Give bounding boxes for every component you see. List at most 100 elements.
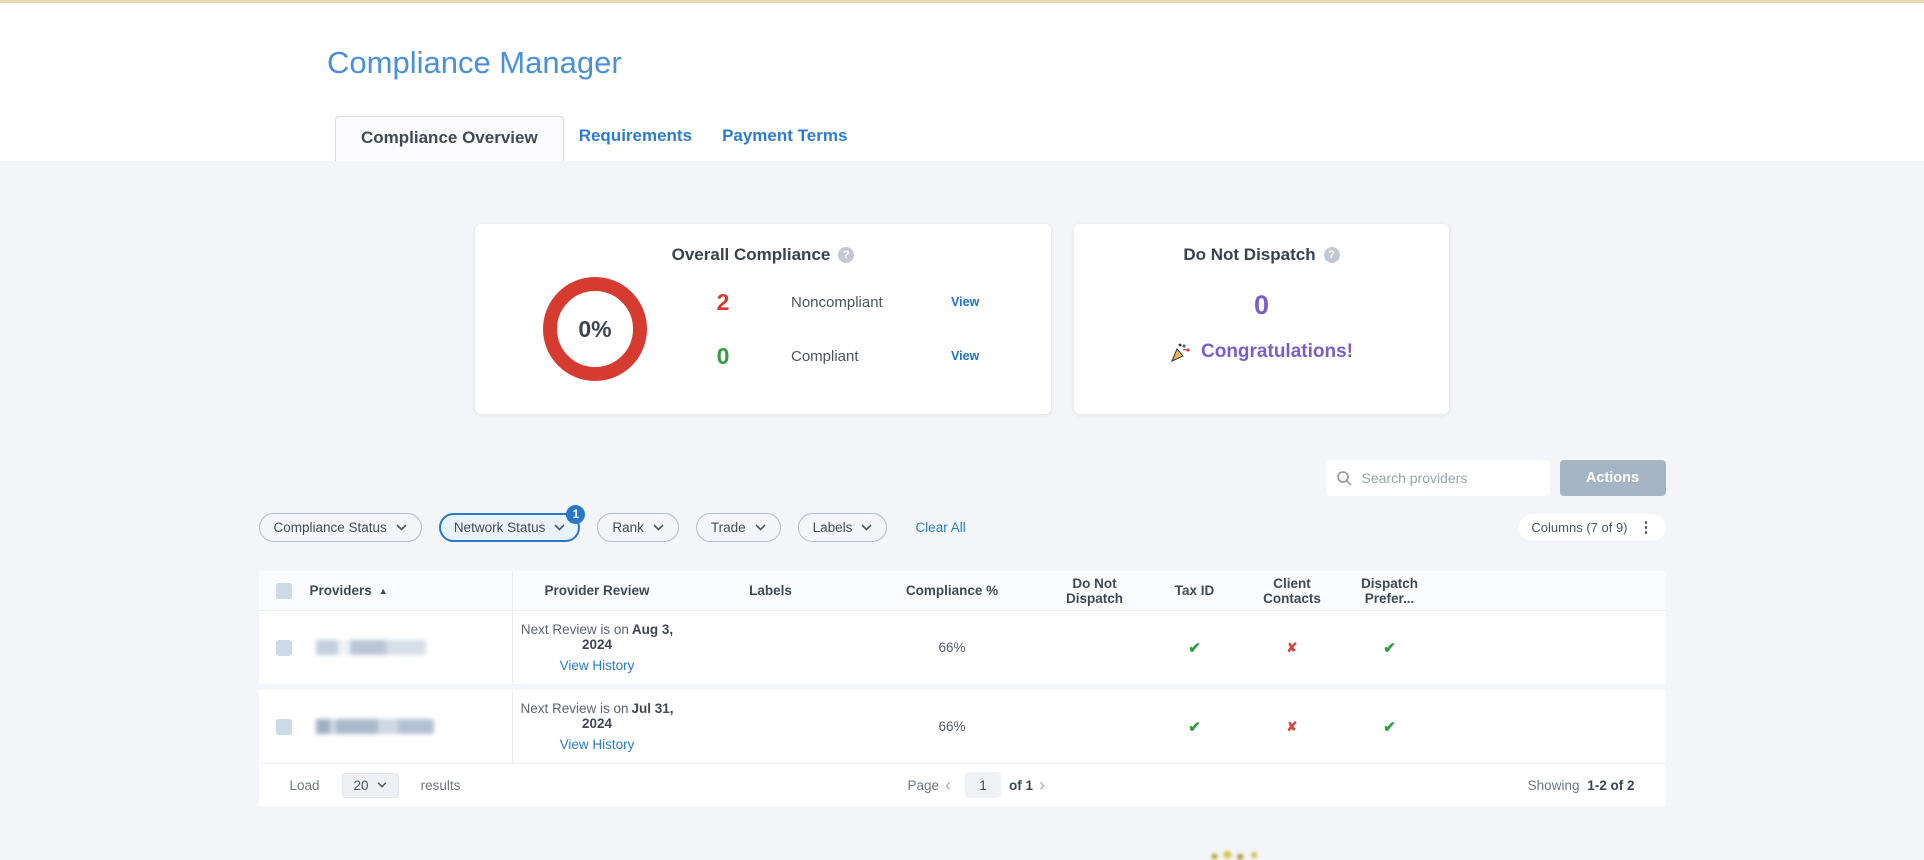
clear-all-filters-link[interactable]: Clear All [915,520,965,535]
filter-chip-compliance-status[interactable]: Compliance Status [259,513,422,542]
showing-summary: Showing 1-2 of 2 [1528,778,1635,793]
noncompliant-row: 2 Noncompliant View [711,289,979,316]
sort-ascending-icon: ▲ [379,586,388,596]
page-header: Compliance Manager Compliance Overview R… [0,3,1924,161]
party-popper-icon [1170,341,1192,363]
page-count-label: of 1 [1009,778,1033,793]
table-header-row: Providers ▲ Provider Review Labels Compl… [259,571,1666,611]
dispatch-preferences-check-icon: ✔ [1340,718,1440,736]
view-history-link[interactable]: View History [513,658,682,673]
compliant-label: Compliant [791,348,951,365]
column-header-provider-review[interactable]: Provider Review [512,571,682,610]
review-prefix: Next Review is on [521,622,629,637]
page-size-select[interactable]: 20 [342,773,399,798]
filter-chip-label: Trade [711,520,746,535]
column-header-compliance-pct[interactable]: Compliance % [860,583,1045,598]
columns-selector[interactable]: Columns (7 of 9) ⋮ [1519,514,1665,541]
column-header-client-contacts[interactable]: Client Contacts [1245,576,1340,606]
filter-chip-network-status[interactable]: Network Status 1 [439,513,581,542]
view-history-link[interactable]: View History [513,737,682,752]
congratulations-message: Congratulations! [1074,341,1449,363]
select-all-checkbox[interactable] [276,583,292,599]
filter-chip-rank[interactable]: Rank [597,513,679,542]
tab-compliance-overview[interactable]: Compliance Overview [335,116,564,161]
help-icon[interactable]: ? [1324,247,1340,263]
filter-chip-trade[interactable]: Trade [696,513,781,542]
showing-range: 1-2 of 2 [1587,778,1634,793]
table-row: Next Review is onJul 31, 2024 View Histo… [259,690,1666,763]
chevron-down-icon [653,524,664,531]
providers-section: Actions Compliance Status Network Status… [259,460,1666,806]
pagination-bar: Load 20 results Page ‹ 1 of 1 › [259,763,1666,806]
kebab-menu-icon[interactable]: ⋮ [1639,520,1654,535]
current-page-input[interactable]: 1 [965,772,1001,798]
page-content: Overall Compliance ? 0% 2 Noncompliant V… [0,161,1924,806]
column-header-dispatch-preferences[interactable]: Dispatch Prefer... [1340,576,1440,606]
chevron-left-icon[interactable]: ‹ [945,776,951,794]
provider-name-redacted[interactable] [316,640,426,655]
table-row: Next Review is onAug 3, 2024 View Histor… [259,611,1666,684]
page-navigator: Page ‹ 1 of 1 › [908,772,1052,798]
compliance-pct-cell: 66% [860,640,1045,655]
actions-button[interactable]: Actions [1560,460,1666,496]
page-size-value: 20 [354,778,369,793]
cutoff-bottom-widget [1203,851,1267,860]
column-header-do-not-dispatch[interactable]: Do Not Dispatch [1045,576,1145,606]
chevron-right-icon[interactable]: › [1039,776,1045,794]
do-not-dispatch-title: Do Not Dispatch [1183,245,1315,265]
provider-name-redacted[interactable] [316,719,434,734]
filter-chip-label: Rank [612,520,644,535]
client-contacts-x-icon: ✘ [1245,640,1340,656]
view-noncompliant-link[interactable]: View [951,295,979,309]
donut-value: 0% [578,316,611,343]
row-checkbox[interactable] [276,640,292,656]
tab-payment-terms[interactable]: Payment Terms [707,126,862,161]
tax-id-check-icon: ✔ [1145,639,1245,657]
table-toolbar: Actions [259,460,1666,496]
chevron-down-icon [755,524,766,531]
tab-requirements[interactable]: Requirements [564,126,707,161]
filter-chip-label: Network Status [454,520,546,535]
providers-table: Providers ▲ Provider Review Labels Compl… [259,571,1666,806]
summary-cards-row: Overall Compliance ? 0% 2 Noncompliant V… [0,161,1924,414]
chevron-down-icon [554,524,565,531]
filter-chip-label: Labels [813,520,853,535]
page-title: Compliance Manager [327,45,622,81]
chevron-down-icon [861,524,872,531]
overall-compliance-card: Overall Compliance ? 0% 2 Noncompliant V… [475,224,1051,414]
noncompliant-label: Noncompliant [791,294,951,311]
view-compliant-link[interactable]: View [951,349,979,363]
dispatch-preferences-check-icon: ✔ [1340,639,1440,657]
compliance-donut-chart: 0% [543,277,647,381]
search-input[interactable] [1360,469,1540,487]
columns-label: Columns (7 of 9) [1531,520,1627,535]
filter-count-badge: 1 [566,505,585,524]
compliant-row: 0 Compliant View [711,343,979,370]
column-header-providers[interactable]: Providers ▲ [310,583,512,598]
do-not-dispatch-count: 0 [1074,290,1449,321]
page-label: Page [908,778,940,793]
congratulations-text: Congratulations! [1201,341,1353,363]
tax-id-check-icon: ✔ [1145,718,1245,736]
page-size-control: Load 20 results [290,773,461,798]
provider-review-cell: Next Review is onJul 31, 2024 View Histo… [512,690,682,763]
tab-bar: Compliance Overview Requirements Payment… [335,116,862,161]
compliant-count: 0 [711,343,735,370]
overall-compliance-title: Overall Compliance [672,245,831,265]
column-header-labels[interactable]: Labels [682,583,860,598]
row-checkbox[interactable] [276,719,292,735]
load-label: Load [290,778,320,793]
chevron-down-icon [396,524,407,531]
compliance-pct-cell: 66% [860,719,1045,734]
filter-chip-labels[interactable]: Labels [798,513,888,542]
column-header-tax-id[interactable]: Tax ID [1145,583,1245,598]
help-icon[interactable]: ? [838,247,854,263]
client-contacts-x-icon: ✘ [1245,719,1340,735]
search-icon [1336,470,1352,486]
filter-chip-label: Compliance Status [274,520,387,535]
search-box [1326,460,1550,496]
chevron-down-icon [377,782,387,788]
compliance-stats: 2 Noncompliant View 0 Compliant View [711,289,979,370]
filter-bar: Compliance Status Network Status 1 Rank [259,513,1666,542]
review-prefix: Next Review is on [520,701,628,716]
